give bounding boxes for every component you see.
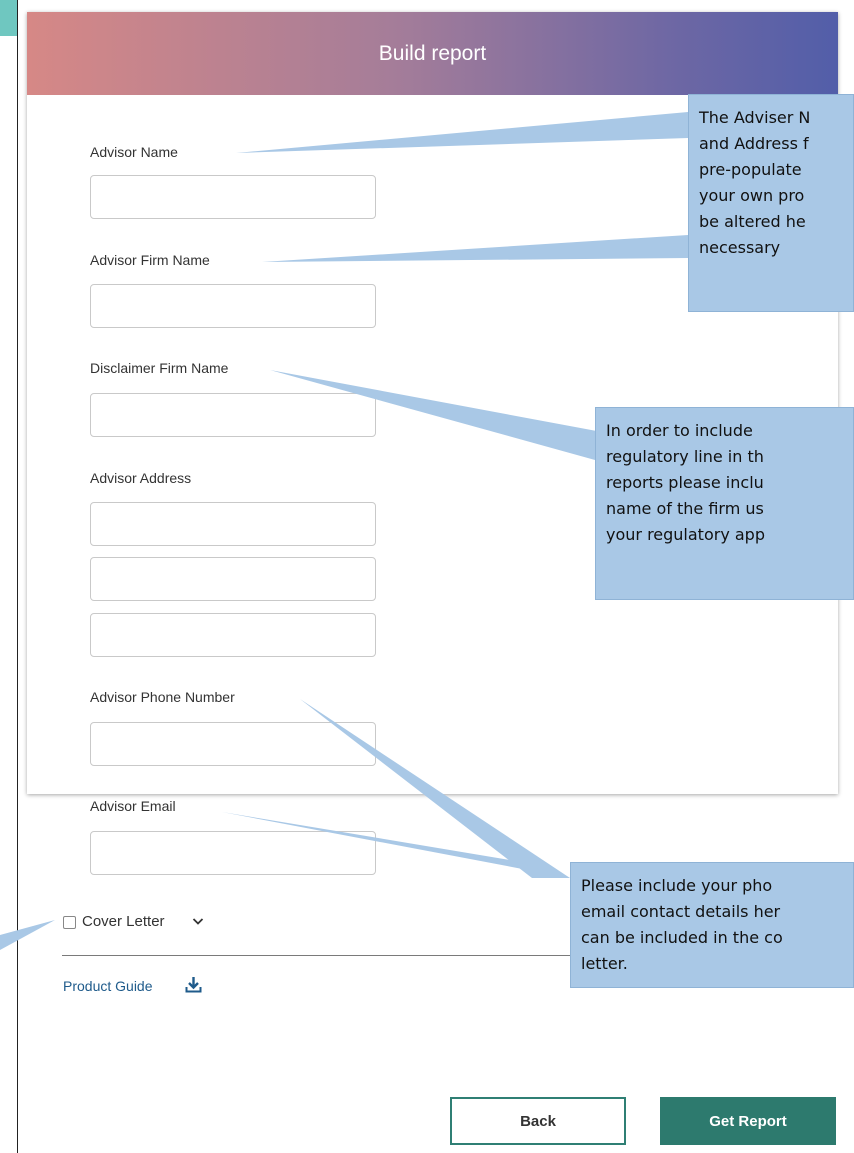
advisor-address-line2-input[interactable] (90, 557, 376, 601)
advisor-firm-name-label: Advisor Firm Name (90, 252, 210, 268)
page-title: Build report (27, 12, 838, 95)
advisor-firm-name-input[interactable] (90, 284, 376, 328)
advisor-phone-label: Advisor Phone Number (90, 689, 235, 705)
callout-regulatory: In order to include regulatory line in t… (595, 407, 854, 600)
advisor-name-label: Advisor Name (90, 144, 178, 160)
disclaimer-firm-name-label: Disclaimer Firm Name (90, 360, 229, 376)
get-report-button[interactable]: Get Report (660, 1097, 836, 1145)
advisor-email-input[interactable] (90, 831, 376, 875)
advisor-email-label: Advisor Email (90, 798, 176, 814)
advisor-address-label: Advisor Address (90, 470, 192, 486)
advisor-address-line1-input[interactable] (90, 502, 376, 546)
product-guide-link[interactable]: Product Guide (63, 978, 153, 994)
cover-letter-checkbox[interactable] (63, 916, 76, 929)
back-button[interactable]: Back (450, 1097, 626, 1145)
chevron-down-icon[interactable] (192, 913, 204, 929)
disclaimer-firm-name-input[interactable] (90, 393, 376, 437)
advisor-phone-input[interactable] (90, 722, 376, 766)
advisor-name-input[interactable] (90, 175, 376, 219)
advisor-address-line3-input[interactable] (90, 613, 376, 657)
download-icon[interactable] (185, 976, 202, 993)
cover-letter-label: Cover Letter (82, 913, 165, 930)
callout-advisor-details: The Adviser N and Address f pre-populate… (688, 94, 854, 312)
callout-contact: Please include your pho email contact de… (570, 862, 854, 988)
